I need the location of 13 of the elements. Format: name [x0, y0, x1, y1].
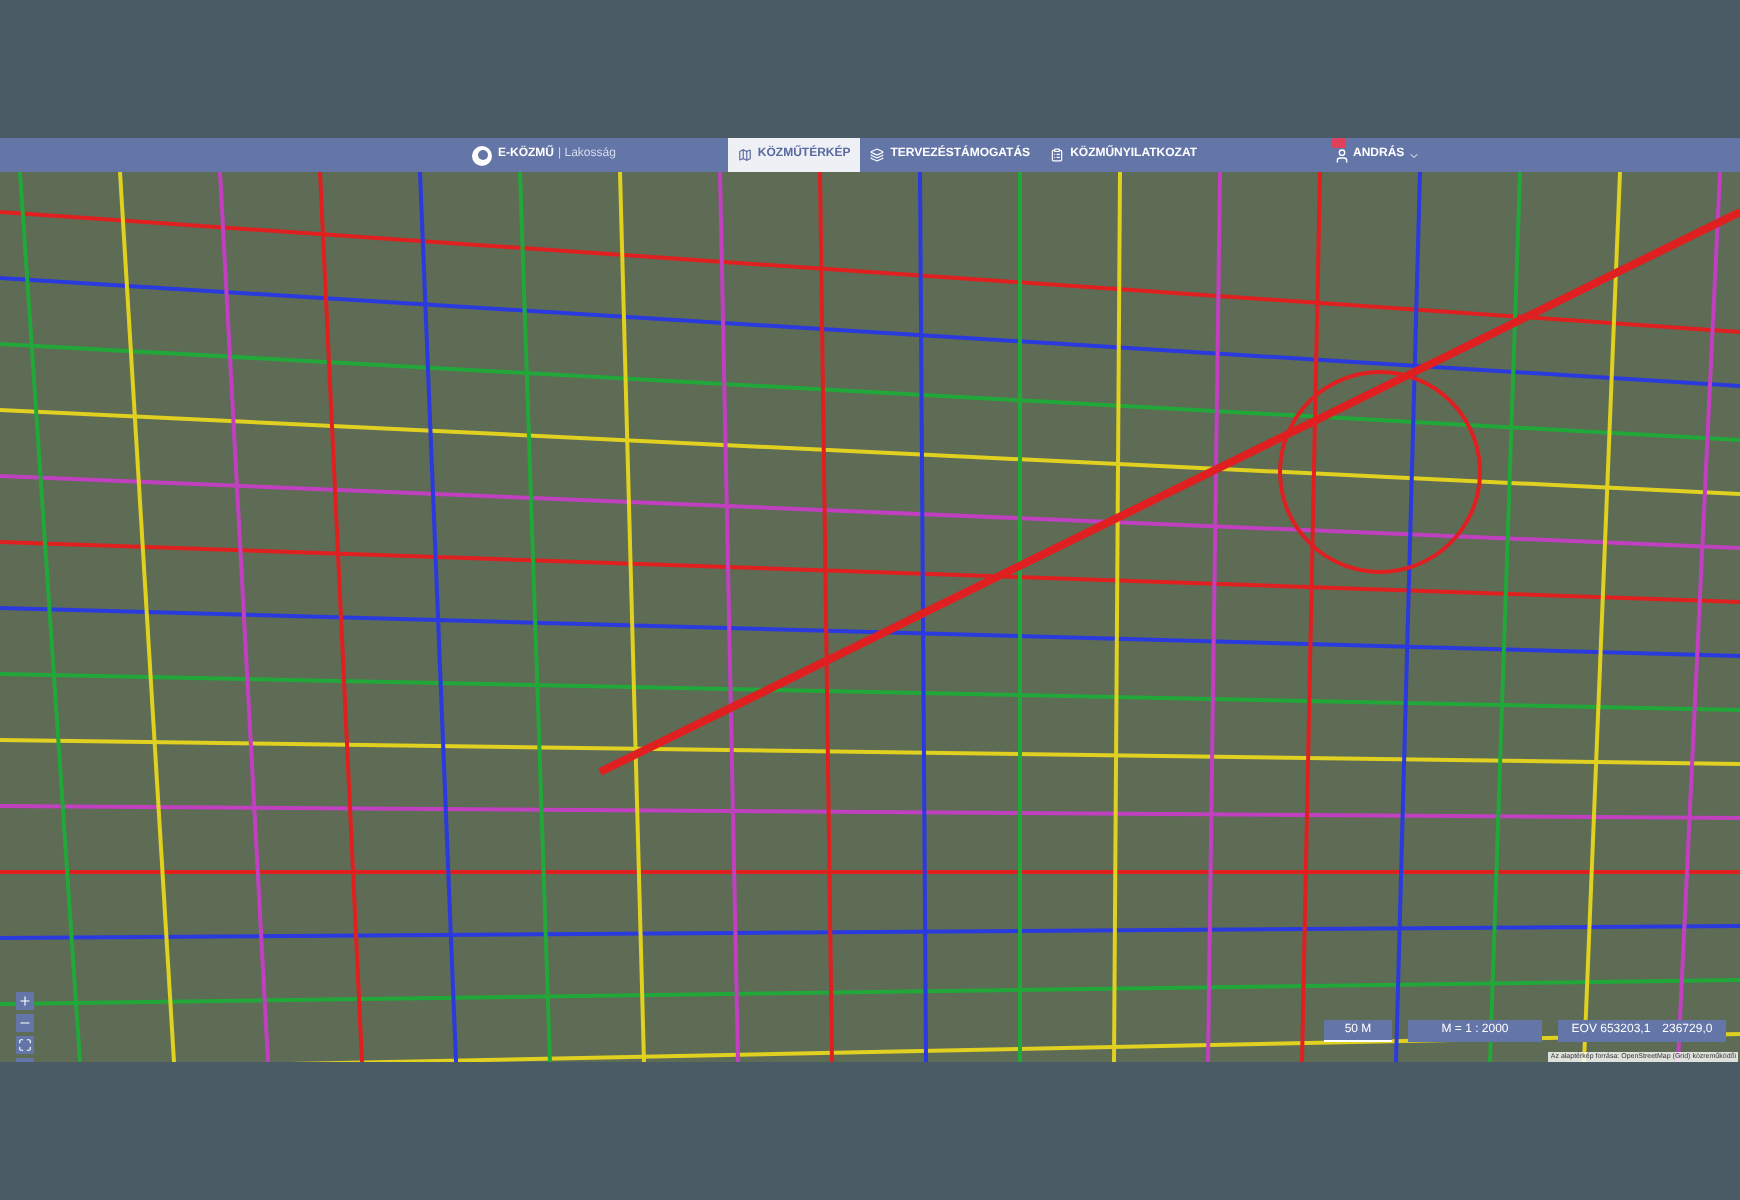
- notification-badge: [1331, 138, 1345, 148]
- tab-icon: [737, 148, 752, 162]
- user-icon: [1333, 147, 1349, 163]
- caret-icon: [1408, 149, 1421, 161]
- map-control-button[interactable]: [16, 1014, 34, 1032]
- map-control-icon: [18, 994, 32, 1008]
- map-control-icon: [18, 1016, 32, 1030]
- tab-icon: [1050, 148, 1065, 162]
- logo-icon: [472, 145, 492, 165]
- tab-icon: [870, 148, 885, 162]
- map-control-button[interactable]: [16, 992, 34, 1010]
- map-control-button[interactable]: [16, 1036, 34, 1054]
- map-control-icon: [18, 1038, 32, 1052]
